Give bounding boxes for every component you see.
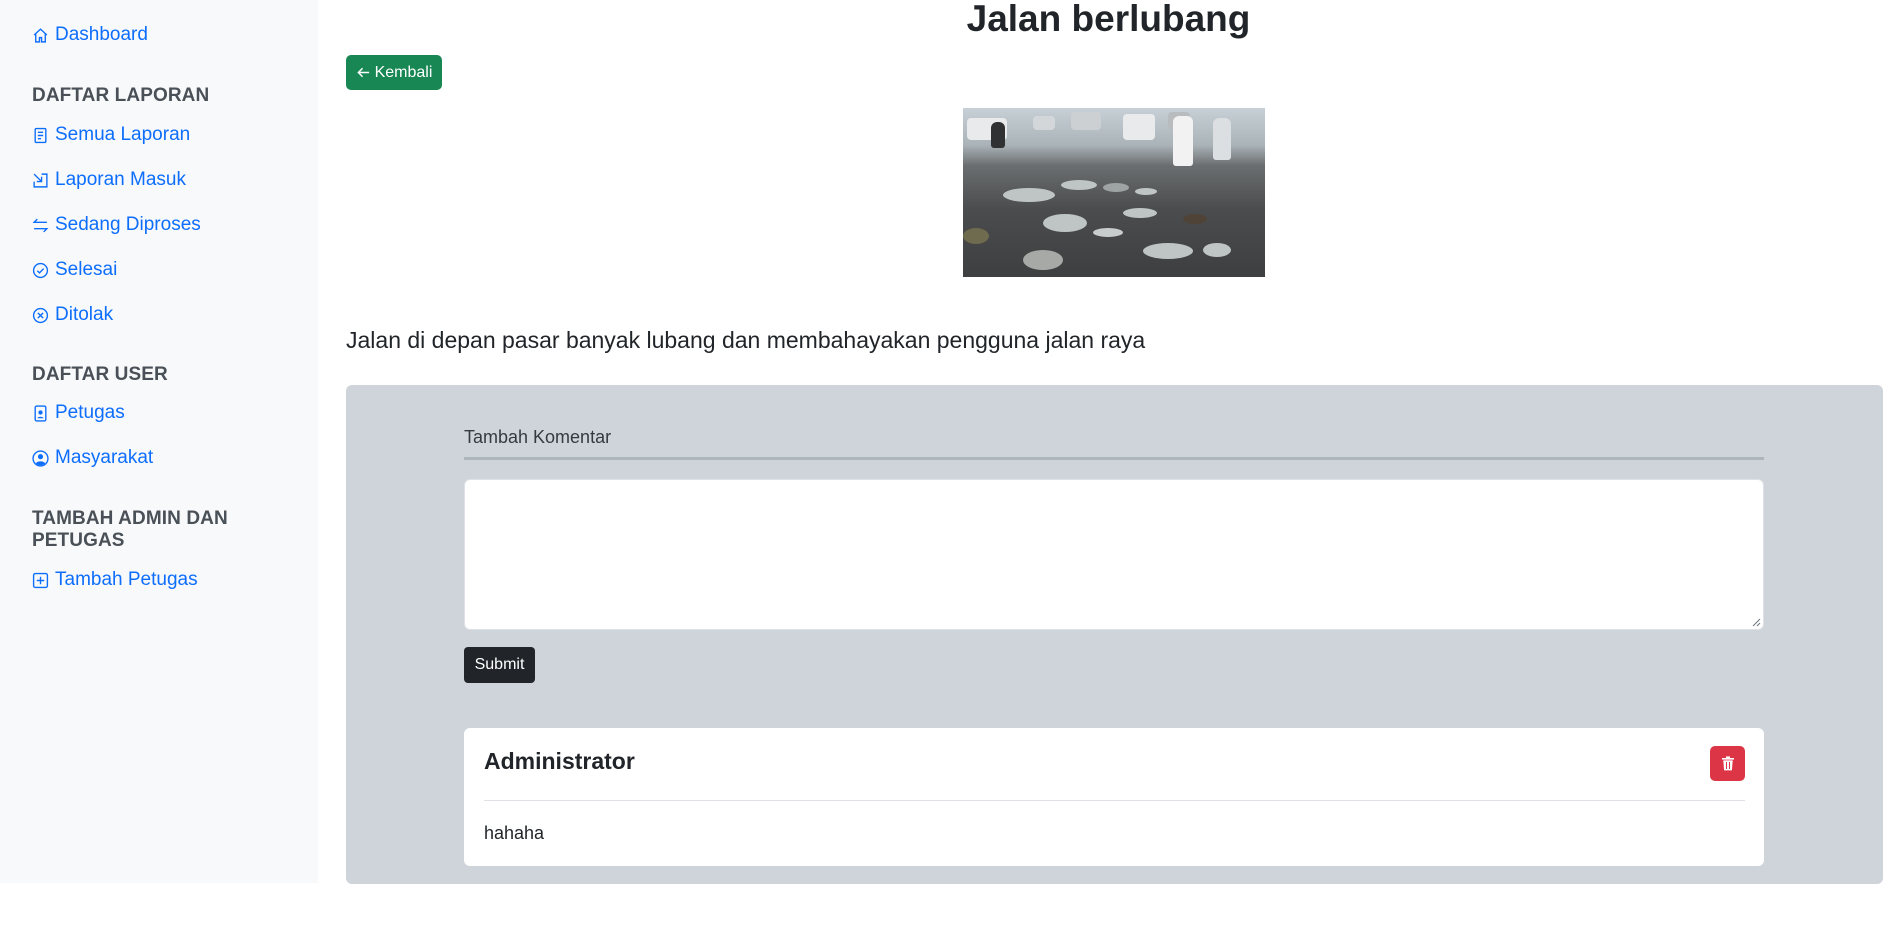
sidebar-item-ditolak[interactable]: Ditolak [32,302,113,328]
comment-divider [484,800,1745,801]
sidebar-item-label: Laporan Masuk [55,169,186,190]
sidebar: Dashboard DAFTAR LAPORAN Semua Laporan L… [0,0,318,883]
comment-card: Administrator hahaha [464,728,1764,866]
sidebar-item-label: Dashboard [55,24,148,45]
back-button-label: Kembali [374,63,433,81]
comment-textarea[interactable] [464,479,1764,630]
report-photo [963,108,1265,277]
sidebar-item-label: Masyarakat [55,447,154,468]
comment-author: Administrator [484,748,635,774]
sidebar-item-dashboard[interactable]: Dashboard [32,22,148,48]
sidebar-item-label: Petugas [55,402,125,423]
sidebar-heading-daftar-user: DAFTAR USER [32,364,168,385]
delete-comment-button[interactable] [1710,746,1745,781]
plus-square-icon [32,572,49,588]
sidebar-item-masyarakat[interactable]: Masyarakat [32,445,153,471]
sidebar-item-tambah-petugas[interactable]: Tambah Petugas [32,567,198,593]
swap-arrows-icon [32,218,49,232]
sidebar-item-semua-laporan[interactable]: Semua Laporan [32,122,190,148]
resize-grip-icon[interactable] [1751,617,1761,627]
sidebar-item-sedang-diproses[interactable]: Sedang Diproses [32,212,201,238]
comment-panel: Tambah Komentar Submit Administrator hah… [346,385,1883,884]
check-circle-icon [32,262,49,278]
x-circle-icon [32,307,49,323]
back-button[interactable]: Kembali [346,55,442,90]
main-content: Jalan berlubang Kembali Jalan di depan p… [318,0,1899,932]
sidebar-item-label: Ditolak [55,304,114,325]
sidebar-item-label: Selesai [55,259,118,280]
submit-button[interactable]: Submit [464,647,535,683]
sidebar-item-selesai[interactable]: Selesai [32,257,117,283]
sidebar-item-laporan-masuk[interactable]: Laporan Masuk [32,167,186,193]
arrow-left-icon [356,67,369,78]
sidebar-item-label: Tambah Petugas [55,569,198,590]
sidebar-item-label: Semua Laporan [55,124,191,145]
badge-icon [34,404,47,422]
document-icon [34,127,47,143]
sidebar-item-petugas[interactable]: Petugas [32,400,125,426]
sidebar-heading-tambah-admin: TAMBAH ADMIN DAN PETUGAS [32,508,228,551]
sidebar-heading-daftar-laporan: DAFTAR LAPORAN [32,85,210,106]
home-icon [33,27,48,43]
page-title: Jalan berlubang [966,0,1251,39]
trash-icon [1721,756,1734,771]
report-description: Jalan di depan pasar banyak lubang dan m… [346,327,1146,353]
comment-form-label: Tambah Komentar [464,425,1764,460]
comment-body: hahaha [484,823,545,843]
sidebar-item-label: Sedang Diproses [55,214,201,235]
user-circle-icon [32,449,49,467]
inbox-arrow-icon [33,172,48,188]
